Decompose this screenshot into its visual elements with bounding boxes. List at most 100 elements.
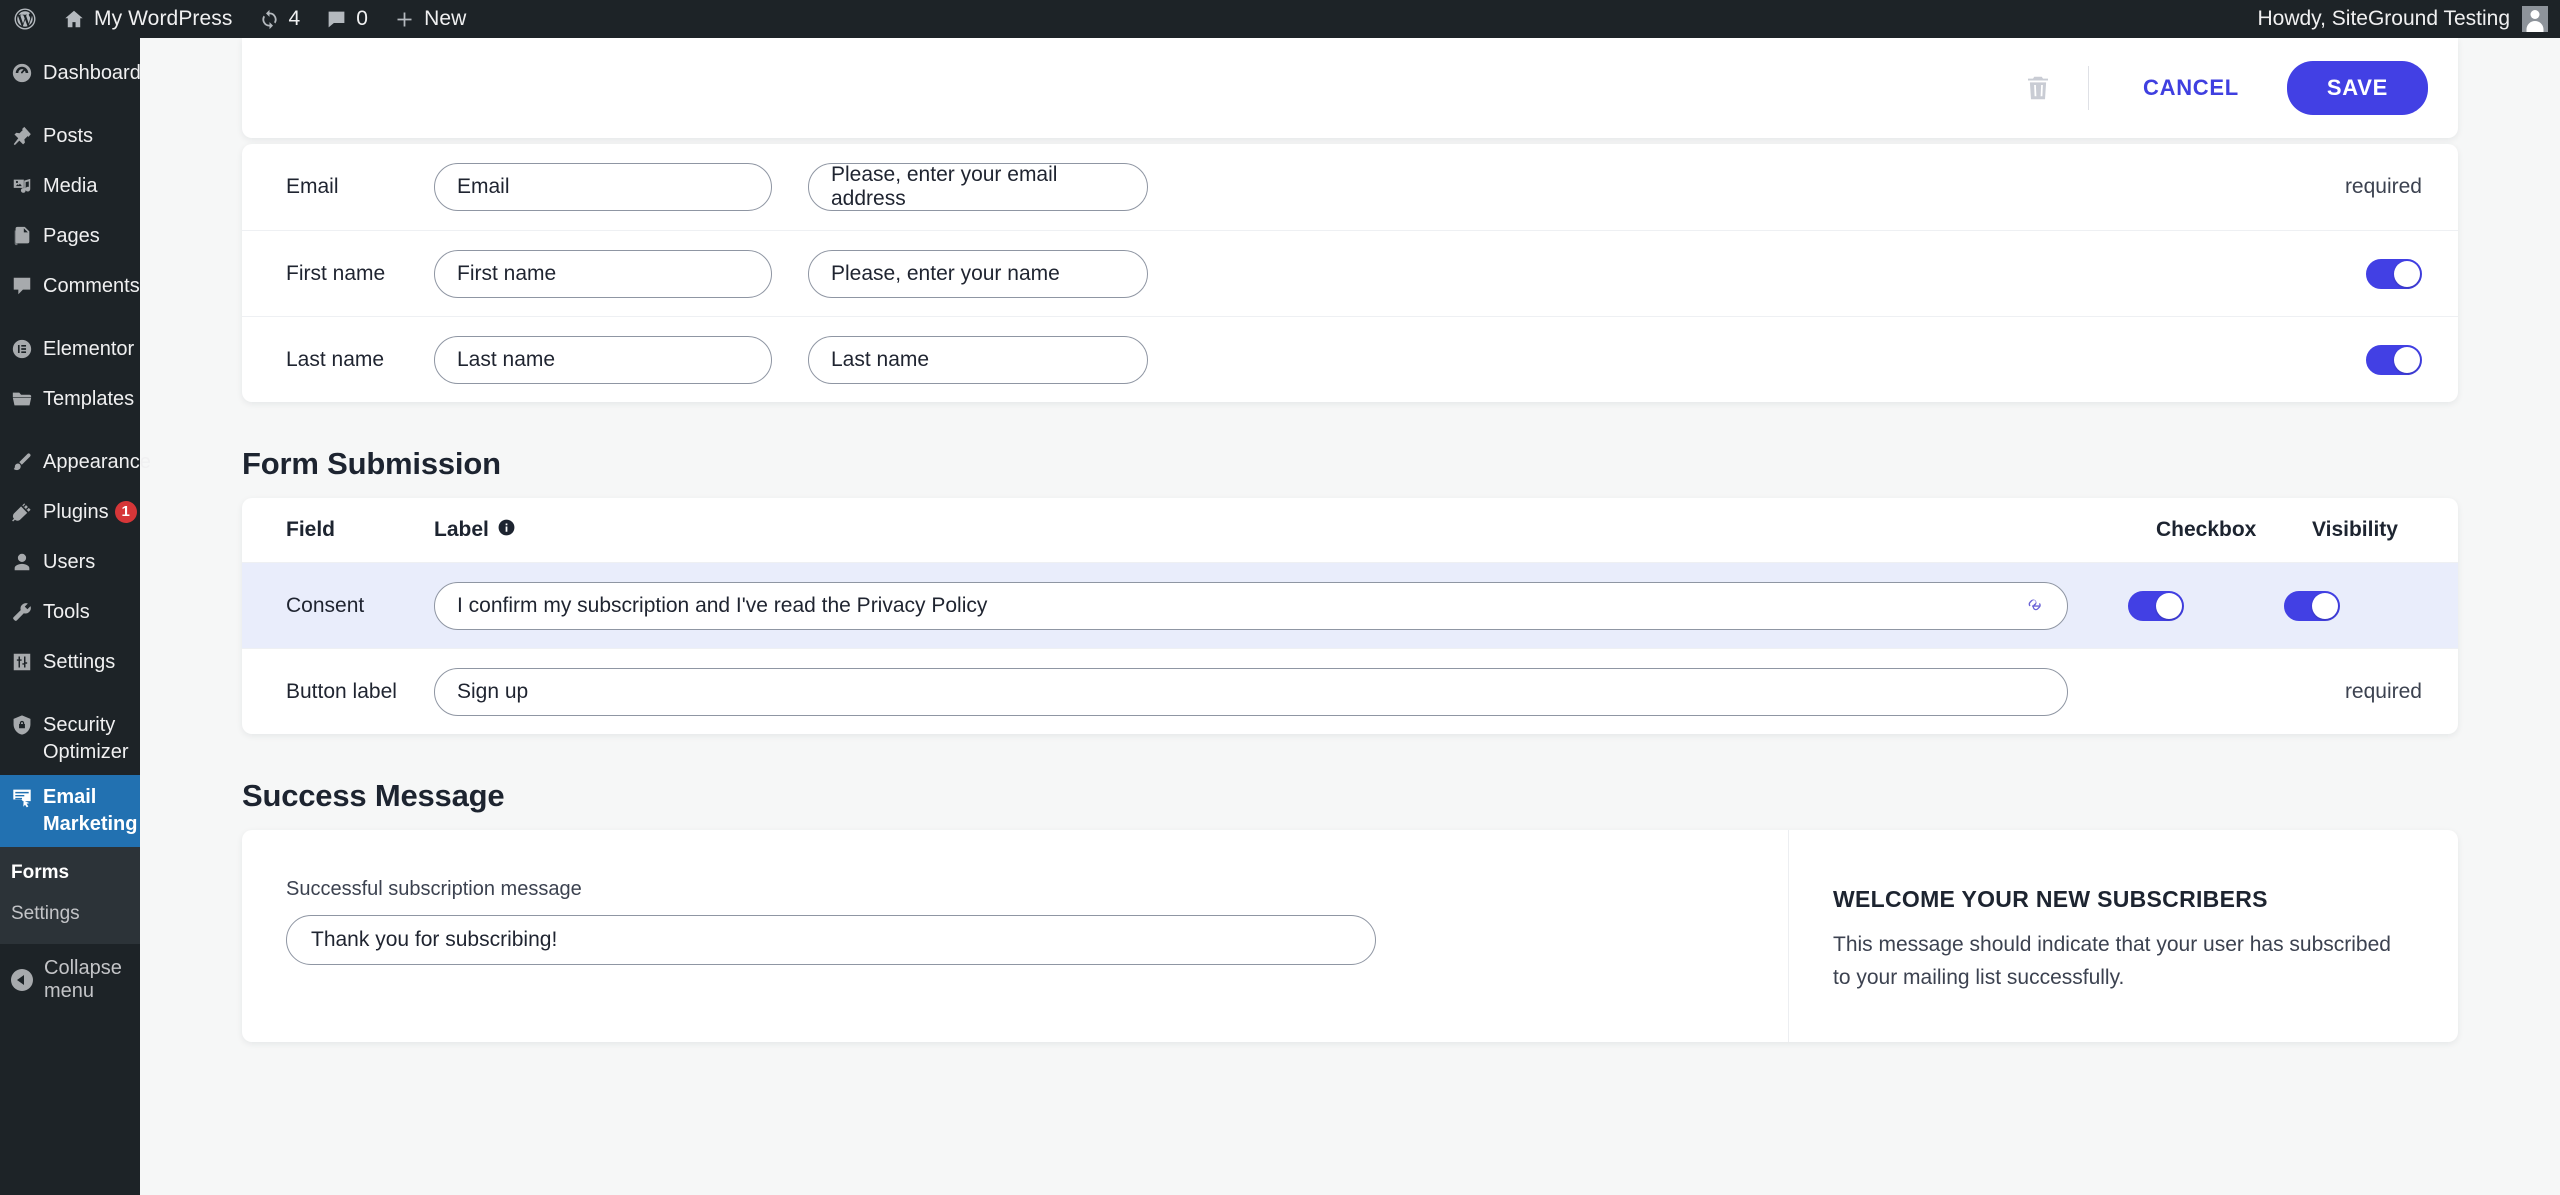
email-label-input[interactable]: Email — [434, 163, 772, 211]
last-name-row-tail — [2128, 344, 2458, 375]
first-name-label-input[interactable]: First name — [434, 249, 772, 298]
sidebar-item-users[interactable]: Users — [0, 540, 140, 590]
wordpress-logo-icon — [13, 7, 37, 31]
form-fields-card: Email Email Please, enter your email add… — [242, 144, 2458, 402]
sidebar-item-comments[interactable]: Comments — [0, 264, 140, 314]
link-icon[interactable] — [2025, 597, 2047, 615]
user-icon — [11, 549, 33, 581]
sidebar-item-settings[interactable]: Settings — [0, 640, 140, 690]
sidebar-item-label: Plugins 1 — [43, 499, 140, 526]
elementor-icon — [11, 336, 33, 368]
sidebar-item-label: Comments — [43, 275, 140, 297]
updates-count: 4 — [288, 7, 301, 30]
success-message-input[interactable]: Thank you for subscribing! — [286, 915, 1376, 965]
sidebar-item-label: Dashboard — [43, 62, 141, 84]
info-icon[interactable] — [497, 518, 516, 543]
consent-visibility-toggle[interactable] — [2284, 590, 2340, 621]
success-message-left: Successful subscription message Thank yo… — [242, 830, 1788, 1042]
column-header-visibility: Visibility — [2312, 518, 2398, 541]
sidebar-item-plugins-text: Plugins — [43, 501, 109, 523]
consent-checkbox-toggle[interactable] — [2128, 590, 2184, 621]
email-placeholder-input[interactable]: Please, enter your email address — [808, 163, 1148, 211]
button-label-input[interactable]: Sign up — [434, 667, 2068, 716]
new-content-button[interactable]: New — [381, 0, 479, 38]
sidebar-item-templates[interactable]: Templates — [0, 377, 140, 427]
site-name-menu[interactable]: My WordPress — [50, 0, 246, 38]
form-submission-table-header: Field Label Checkbox Visibility — [242, 498, 2458, 562]
required-label: required — [2344, 175, 2422, 198]
cancel-button[interactable]: CANCEL — [2127, 63, 2255, 113]
site-name-label: My WordPress — [94, 7, 233, 30]
dashboard-icon — [11, 60, 33, 92]
email-marketing-icon — [11, 784, 33, 816]
last-name-visibility-toggle[interactable] — [2366, 344, 2422, 375]
required-label: required — [2344, 679, 2422, 703]
folder-icon — [11, 386, 33, 418]
save-button[interactable]: SAVE — [2286, 61, 2428, 115]
menu-spacer — [0, 101, 140, 114]
delete-form-button[interactable] — [2016, 66, 2060, 110]
sidebar-item-label: Email Marketing — [43, 786, 138, 835]
collapse-menu-label: Collapse menu — [44, 957, 122, 1002]
sidebar-item-pages[interactable]: Pages — [0, 214, 140, 264]
field-name-label: Button label — [286, 679, 397, 703]
success-message-card: Successful subscription message Thank yo… — [242, 830, 2458, 1043]
toggle-knob — [2394, 260, 2420, 287]
collapse-menu-button[interactable]: Collapse menu — [0, 944, 140, 1016]
field-name-label: Email — [286, 175, 339, 198]
sidebar-item-media[interactable]: Media — [0, 164, 140, 214]
success-input-label: Successful subscription message — [286, 878, 582, 900]
consent-label-input[interactable]: I confirm my subscription and I've read … — [434, 581, 2068, 630]
first-name-visibility-toggle[interactable] — [2366, 258, 2422, 289]
settings-sliders-icon — [11, 649, 33, 681]
plus-icon — [394, 9, 415, 30]
updates-button[interactable]: 4 — [246, 0, 314, 38]
first-name-row-tail — [2128, 258, 2458, 289]
wordpress-logo-button[interactable] — [0, 0, 50, 38]
consent-label-value: I confirm my subscription and I've read … — [457, 593, 988, 617]
form-field-row-last-name: Last name Last name Last name — [242, 316, 2458, 402]
submenu-item-forms[interactable]: Forms — [0, 853, 140, 894]
sidebar-item-label: Users — [43, 551, 96, 573]
sidebar-item-security-optimizer[interactable]: Security Optimizer — [0, 703, 140, 775]
field-name-label: Last name — [286, 347, 385, 371]
toggle-knob — [2394, 346, 2420, 373]
success-message-info-panel: WELCOME YOUR NEW SUBSCRIBERS This messag… — [1788, 830, 2458, 1043]
sidebar-item-elementor[interactable]: Elementor — [0, 327, 140, 377]
wrench-icon — [11, 599, 33, 631]
info-panel-description: This message should indicate that your u… — [1833, 933, 2391, 989]
consent-row-tail — [2128, 590, 2458, 621]
sidebar-item-tools[interactable]: Tools — [0, 590, 140, 640]
sidebar-item-plugins[interactable]: Plugins 1 — [0, 490, 140, 540]
field-name-label: First name — [286, 261, 386, 285]
form-submission-row-consent: Consent I confirm my subscription and I'… — [242, 562, 2458, 648]
first-name-placeholder-input[interactable]: Please, enter your name — [808, 249, 1148, 298]
consent-visibility-cell — [2284, 590, 2402, 621]
sidebar-item-email-marketing[interactable]: Email Marketing — [0, 775, 148, 847]
account-menu[interactable]: Howdy, SiteGround Testing — [2257, 6, 2560, 32]
form-field-row-email: Email Email Please, enter your email add… — [242, 144, 2458, 230]
sidebar-item-appearance[interactable]: Appearance — [0, 440, 151, 490]
last-name-label-input[interactable]: Last name — [434, 335, 772, 384]
last-name-placeholder-input[interactable]: Last name — [808, 335, 1148, 384]
comments-button[interactable]: 0 — [313, 0, 381, 38]
column-header-checkbox: Checkbox — [2156, 518, 2257, 541]
sidebar-item-posts[interactable]: Posts — [0, 114, 140, 164]
form-submission-row-button-label: Button label Sign up required — [242, 648, 2458, 734]
menu-spacer — [0, 690, 140, 703]
column-header-field: Field — [286, 518, 336, 541]
admin-sidebar: Dashboard Posts Media Pages Comments Ele… — [0, 38, 151, 1195]
plug-icon — [11, 499, 33, 531]
plugins-update-badge: 1 — [114, 501, 137, 524]
sidebar-item-label: Posts — [43, 125, 94, 147]
toggle-knob — [2156, 592, 2182, 619]
pin-icon — [11, 123, 33, 155]
form-actions-bar: CANCEL SAVE — [242, 38, 2458, 138]
trash-icon — [2023, 73, 2053, 103]
comments-count: 0 — [356, 7, 369, 30]
sidebar-item-dashboard[interactable]: Dashboard — [0, 51, 141, 101]
success-message-heading: Success Message — [242, 778, 505, 813]
media-icon — [11, 173, 33, 205]
form-submission-heading: Form Submission — [242, 446, 501, 481]
submenu-item-settings[interactable]: Settings — [0, 894, 140, 935]
